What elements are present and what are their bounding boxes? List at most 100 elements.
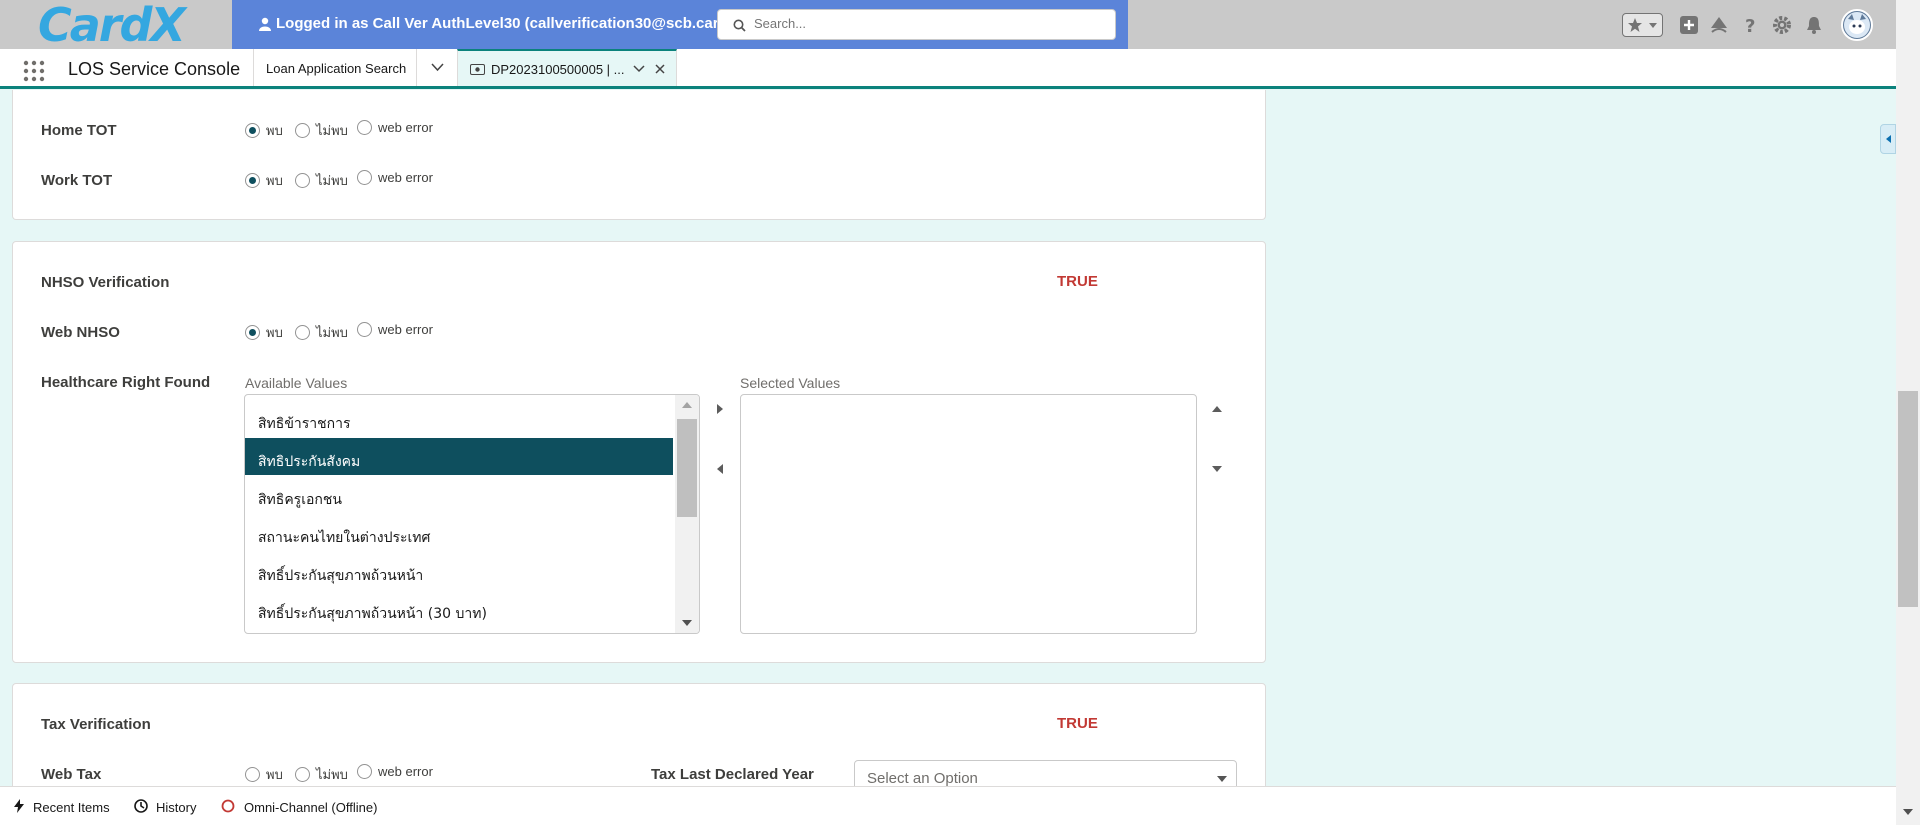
list-option[interactable]: สิทธิ์ประกันสุขภาพถ้วนหน้า bbox=[245, 552, 673, 589]
listbox-scrollbar-thumb[interactable] bbox=[677, 419, 697, 517]
tab-loan-application-search[interactable]: Loan Application Search bbox=[253, 49, 416, 86]
web-nhso-radio-group: พบ ไม่พบ web error bbox=[245, 322, 465, 340]
app-name: LOS Service Console bbox=[68, 59, 241, 79]
utility-history[interactable]: History bbox=[156, 800, 196, 815]
help-icon[interactable]: ? bbox=[1740, 14, 1762, 36]
option-label: พบ bbox=[266, 325, 283, 340]
option-label: ไม่พบ bbox=[316, 325, 348, 340]
option-label: web error bbox=[378, 322, 433, 337]
combobox-placeholder: Select an Option bbox=[867, 770, 978, 787]
chevron-left-icon bbox=[1886, 135, 1891, 143]
web-nhso-option-web-error[interactable]: web error bbox=[357, 322, 433, 337]
web-tax-option-found[interactable]: พบ bbox=[245, 764, 283, 785]
login-as-text: Logged in as Call Ver AuthLevel30 (callv… bbox=[276, 15, 717, 32]
web-tax-option-web-error[interactable]: web error bbox=[357, 764, 433, 779]
work-tot-radio-group: พบ ไม่พบ web error bbox=[245, 170, 465, 188]
radio-button[interactable] bbox=[357, 120, 372, 135]
healthcare-right-label: Healthcare Right Found bbox=[41, 374, 211, 391]
radio-button[interactable] bbox=[295, 767, 310, 782]
web-tax-radio-group: พบ ไม่พบ web error bbox=[245, 764, 465, 782]
nhso-section-title: NHSO Verification bbox=[41, 274, 170, 291]
list-option[interactable]: สิทธิครูเอกชน bbox=[245, 476, 673, 513]
radio-button[interactable] bbox=[245, 123, 260, 138]
tax-status-badge: TRUE bbox=[1057, 715, 1098, 732]
home-tot-option-not-found[interactable]: ไม่พบ bbox=[295, 120, 348, 141]
selected-values-listbox[interactable] bbox=[740, 394, 1197, 634]
radio-button[interactable] bbox=[245, 173, 260, 188]
work-tot-label: Work TOT bbox=[41, 172, 113, 189]
move-down-icon[interactable] bbox=[1209, 461, 1225, 477]
search-input[interactable] bbox=[754, 16, 1094, 31]
available-values-listbox[interactable]: สิทธิข้าราชการ สิทธิประกันสังคม สิทธิครู… bbox=[244, 394, 700, 634]
radio-button[interactable] bbox=[295, 123, 310, 138]
chevron-down-icon bbox=[431, 63, 444, 72]
option-label: web error bbox=[378, 170, 433, 185]
tab-overflow-menu-button[interactable] bbox=[416, 49, 457, 86]
close-icon[interactable] bbox=[655, 64, 665, 74]
radio-button[interactable] bbox=[245, 767, 260, 782]
scroll-down-icon[interactable] bbox=[1902, 808, 1914, 816]
radio-button[interactable] bbox=[357, 170, 372, 185]
chevron-down-icon bbox=[1217, 776, 1227, 782]
radio-button[interactable] bbox=[295, 173, 310, 188]
gear-icon[interactable] bbox=[1771, 14, 1793, 36]
radio-button[interactable] bbox=[295, 325, 310, 340]
svg-text:?: ? bbox=[1745, 16, 1755, 36]
scroll-down-icon[interactable] bbox=[681, 619, 693, 627]
chevron-down-icon bbox=[1649, 23, 1657, 28]
option-label: ไม่พบ bbox=[316, 767, 348, 782]
star-icon bbox=[1628, 18, 1642, 32]
page-scrollbar-thumb[interactable] bbox=[1898, 391, 1918, 607]
favorites-button[interactable] bbox=[1622, 13, 1663, 37]
notification-bell-icon[interactable] bbox=[1803, 14, 1825, 36]
list-option-selected[interactable]: สิทธิประกันสังคม bbox=[245, 438, 673, 475]
utility-omni-channel[interactable]: Omni-Channel (Offline) bbox=[244, 800, 377, 815]
work-tot-option-found[interactable]: พบ bbox=[245, 170, 283, 191]
astro-avatar-icon bbox=[1844, 12, 1870, 38]
global-search[interactable] bbox=[717, 9, 1116, 40]
radio-button[interactable] bbox=[357, 322, 372, 337]
move-right-icon[interactable] bbox=[712, 401, 728, 417]
web-nhso-option-not-found[interactable]: ไม่พบ bbox=[295, 322, 348, 343]
list-option[interactable]: สถานะคนไทยในต่างประเทศ bbox=[245, 514, 673, 551]
chevron-down-icon[interactable] bbox=[633, 65, 645, 73]
work-tot-option-web-error[interactable]: web error bbox=[357, 170, 433, 185]
list-option[interactable]: สิทธิ์ประกันสุขภาพถ้วนหน้า (30 บาท) bbox=[245, 590, 673, 627]
home-tot-label: Home TOT bbox=[41, 122, 117, 139]
tab-loan-application-record[interactable]: DP2023100500005 | ... bbox=[457, 49, 677, 86]
option-label: web error bbox=[378, 120, 433, 135]
tot-verification-card bbox=[12, 90, 1266, 220]
home-tot-option-found[interactable]: พบ bbox=[245, 120, 283, 141]
tab-label: DP2023100500005 | ... bbox=[491, 62, 625, 77]
radio-button[interactable] bbox=[357, 764, 372, 779]
work-tot-option-not-found[interactable]: ไม่พบ bbox=[295, 170, 348, 191]
option-label: ไม่พบ bbox=[316, 123, 348, 138]
web-nhso-label: Web NHSO bbox=[41, 324, 120, 341]
add-icon[interactable] bbox=[1678, 14, 1700, 36]
utility-recent-items[interactable]: Recent Items bbox=[33, 800, 110, 815]
nhso-status-badge: TRUE bbox=[1057, 273, 1098, 290]
web-nhso-option-found[interactable]: พบ bbox=[245, 322, 283, 343]
tax-section-title: Tax Verification bbox=[41, 716, 151, 733]
scroll-up-icon[interactable] bbox=[681, 401, 693, 409]
option-label: พบ bbox=[266, 173, 283, 188]
selected-values-caption: Selected Values bbox=[740, 375, 841, 391]
home-tot-option-web-error[interactable]: web error bbox=[357, 120, 433, 135]
option-label: พบ bbox=[266, 767, 283, 782]
lightning-icon bbox=[14, 799, 24, 813]
radio-button[interactable] bbox=[245, 325, 260, 340]
clock-icon bbox=[134, 799, 148, 813]
app-launcher-icon[interactable] bbox=[23, 60, 45, 82]
side-panel-toggle[interactable] bbox=[1880, 124, 1896, 154]
list-option[interactable]: สิทธิข้าราชการ bbox=[245, 400, 673, 437]
user-avatar[interactable] bbox=[1841, 9, 1873, 41]
trailhead-icon[interactable] bbox=[1708, 14, 1730, 36]
web-tax-option-not-found[interactable]: ไม่พบ bbox=[295, 764, 348, 785]
offline-status-icon bbox=[221, 799, 235, 813]
move-left-icon[interactable] bbox=[712, 461, 728, 477]
available-values-caption: Available Values bbox=[245, 375, 348, 391]
tax-last-declared-year-label: Tax Last Declared Year bbox=[651, 766, 814, 783]
option-label: web error bbox=[378, 764, 433, 779]
cardx-logo[interactable]: CardX bbox=[38, 2, 186, 48]
move-up-icon[interactable] bbox=[1209, 401, 1225, 417]
